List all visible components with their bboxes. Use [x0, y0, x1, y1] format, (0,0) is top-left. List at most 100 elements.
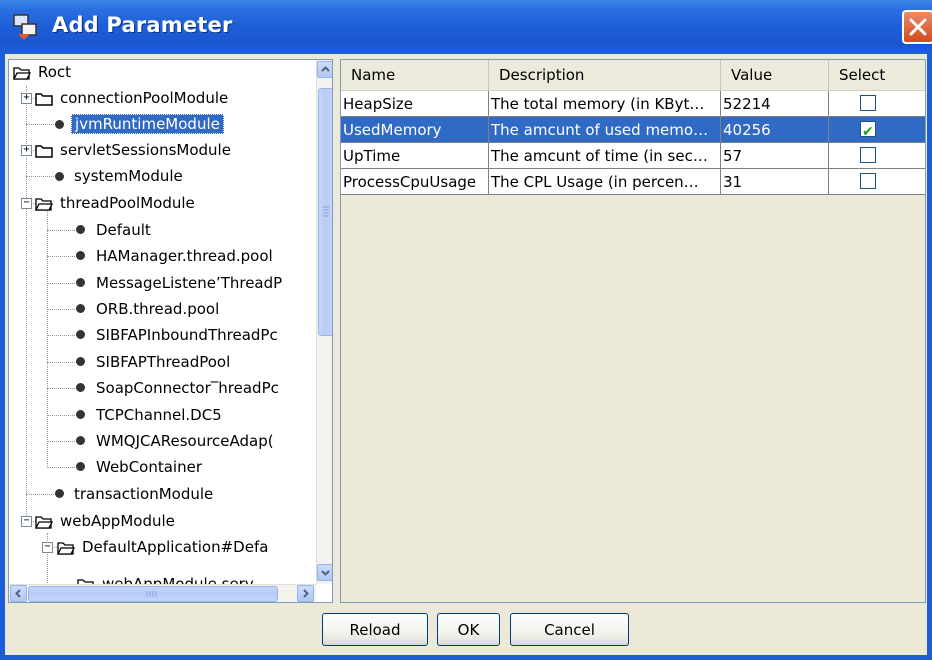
tree-node-webcontainer[interactable]: WebContainer — [93, 454, 205, 480]
table-row-selected[interactable]: UsedMemory The amcunt of used memo… 4025… — [341, 117, 925, 143]
tree-guide-line — [47, 335, 75, 336]
cell-name: HeapSize — [341, 91, 489, 117]
grip-icon — [146, 591, 157, 597]
column-header-name[interactable]: Name — [341, 60, 489, 90]
cell-description: The total memory (in KByt… — [489, 91, 721, 117]
collapse-toggle[interactable]: − — [21, 516, 32, 527]
select-checkbox[interactable] — [860, 119, 876, 142]
chevron-right-icon — [303, 589, 309, 598]
leaf-icon — [76, 278, 85, 287]
window-border-left — [0, 54, 5, 660]
grip-icon — [323, 206, 329, 217]
tree-node-tcpchannel[interactable]: TCPChannel.DC5 — [93, 402, 225, 428]
tree-node-messagelistener[interactable]: MessageListene’ThreadP — [93, 270, 285, 296]
scroll-left-button[interactable] — [10, 585, 27, 602]
scroll-up-button[interactable] — [317, 61, 332, 78]
tree-node-label: SoapConnector‾hreadPc — [96, 379, 279, 397]
tree-vertical-scrollbar[interactable] — [316, 60, 332, 584]
cell-value: 31 — [721, 169, 829, 195]
tree-guide-line — [47, 204, 48, 468]
tree-guide-line — [26, 176, 54, 177]
expand-toggle[interactable]: + — [21, 145, 32, 156]
cancel-button[interactable]: Cancel — [510, 613, 629, 646]
leaf-icon — [55, 120, 64, 129]
module-tree[interactable]: Roct + connectionPoolModule jvmRuntimeMo… — [8, 59, 333, 603]
collapse-toggle[interactable]: − — [42, 542, 53, 553]
ok-button[interactable]: OK — [437, 613, 500, 646]
tree-node-systemmodule[interactable]: systemModule — [71, 163, 186, 189]
tree-node-label: webAppModule — [60, 512, 175, 530]
cell-select — [829, 91, 925, 117]
scroll-right-button[interactable] — [297, 585, 314, 602]
table-header: Name Description Value Select — [341, 60, 925, 91]
scroll-thumb[interactable] — [28, 586, 278, 602]
leaf-icon — [76, 410, 85, 419]
tree-guide-line — [26, 494, 54, 495]
leaf-icon — [76, 330, 85, 339]
leaf-icon — [76, 383, 85, 392]
folder-icon — [35, 92, 53, 106]
scroll-thumb[interactable] — [318, 88, 332, 336]
collapse-toggle[interactable]: − — [21, 198, 32, 209]
leaf-icon — [76, 304, 85, 313]
tree-node-defaultapplication[interactable]: DefaultApplication#Defa — [57, 534, 271, 560]
tree-node-label: servletSessionsModule — [60, 141, 231, 159]
tree-guide-line — [47, 362, 75, 363]
select-checkbox[interactable] — [860, 173, 876, 189]
window-border-right — [927, 54, 932, 660]
select-checkbox[interactable] — [860, 147, 876, 163]
tree-node-label: systemModule — [74, 167, 183, 185]
column-header-value[interactable]: Value — [721, 60, 829, 90]
tree-horizontal-scrollbar[interactable] — [9, 584, 316, 602]
leaf-icon — [76, 357, 85, 366]
expand-toggle[interactable]: + — [21, 93, 32, 104]
window-title: Add Parameter — [52, 13, 233, 37]
tree-guide-line — [47, 309, 75, 310]
tree-node-root[interactable]: Roct — [13, 60, 74, 85]
leaf-icon — [76, 436, 85, 445]
tree-node-label: HAManager.thread.pool — [96, 247, 273, 265]
table-row[interactable]: UpTime The amcunt of time (in sec… 57 — [341, 143, 925, 169]
cell-name: ProcessCpuUsage — [341, 169, 489, 195]
tree-node-soapconnector[interactable]: SoapConnector‾hreadPc — [93, 375, 282, 401]
column-header-select[interactable]: Select — [829, 60, 925, 90]
tree-node-label: transactionModule — [74, 485, 214, 503]
tree-node-sibfapinbound[interactable]: SIBFAPInboundThreadPс — [93, 322, 281, 348]
tree-node-jvmruntimemodule[interactable]: jvmRuntimeModule — [71, 111, 224, 137]
tree-guide-line — [47, 441, 75, 442]
scroll-down-button[interactable] — [317, 564, 332, 581]
tree-node-threadpoolmodule[interactable]: threadPoolModule — [35, 190, 198, 216]
table-row[interactable]: ProcessCpuUsage The CPL Usage (in percen… — [341, 169, 925, 195]
reload-button[interactable]: Reload — [322, 613, 428, 646]
tree-node-webappmodule-servlets[interactable]: webAppModule.serv — [77, 559, 257, 585]
tree-node-default[interactable]: Default — [93, 217, 154, 243]
tree-node-servletsessionsmodule[interactable]: servletSessionsModule — [35, 137, 234, 163]
column-header-description[interactable]: Description — [489, 60, 721, 90]
close-button[interactable] — [902, 10, 932, 44]
leaf-icon — [55, 489, 64, 498]
leaf-icon — [76, 225, 85, 234]
tree-node-orb-thread-pool[interactable]: ORB.thread.pool — [93, 296, 222, 322]
tree-node-label: connectionPoolModule — [60, 89, 229, 107]
leaf-icon — [55, 172, 64, 181]
select-checkbox[interactable] — [860, 95, 876, 111]
tree-node-label: WebContainer — [96, 458, 203, 476]
cell-value: 52214 — [721, 91, 829, 117]
tree-node-label: Default — [96, 221, 151, 239]
table-row[interactable]: HeapSize The total memory (in KByt… 5221… — [341, 91, 925, 117]
tree-guide-line — [47, 230, 75, 231]
window-border-bottom — [0, 655, 932, 660]
tree-guide-line — [47, 388, 75, 389]
tree-node-transactionmodule[interactable]: transactionModule — [71, 481, 216, 507]
open-folder-icon — [13, 66, 31, 80]
tree-node-sibfapthreadpool[interactable]: SIBFAPThreadPool — [93, 349, 233, 375]
tree-node-wmqjcaresourceadapter[interactable]: WMQJCAResourceAdap( — [93, 428, 277, 454]
cell-name: UpTime — [341, 143, 489, 169]
tree-node-label: threadPoolModule — [60, 194, 195, 212]
parameter-table[interactable]: Name Description Value Select HeapSize T… — [340, 59, 926, 603]
open-folder-icon — [35, 515, 53, 529]
tree-node-connectionpoolmodule[interactable]: connectionPoolModule — [35, 85, 231, 111]
tree-node-hamanager[interactable]: HAManager.thread.pool — [93, 243, 276, 269]
tree-node-label: WMQJCAResourceAdap( — [96, 432, 274, 450]
tree-node-webappmodule[interactable]: webAppModule — [35, 508, 178, 534]
